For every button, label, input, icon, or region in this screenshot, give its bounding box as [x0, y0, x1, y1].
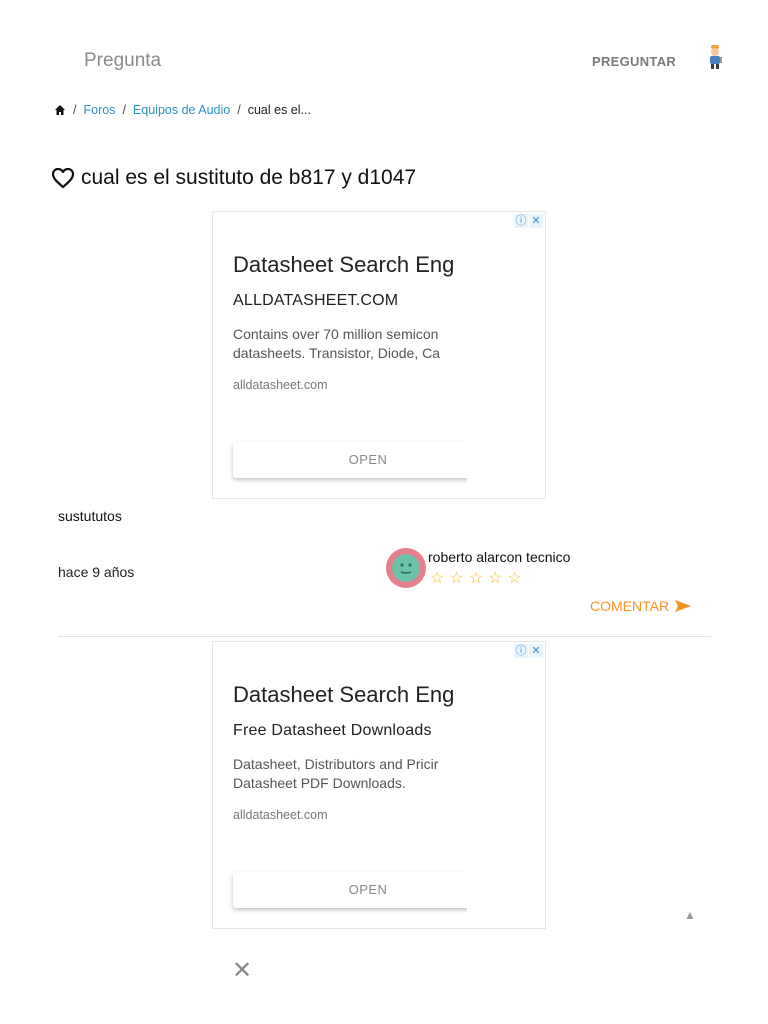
ad-banner[interactable]: Datasheet Search Eng Free Datasheet Down… — [212, 641, 546, 929]
ad-desc-line: Contains over 70 million semicon — [233, 326, 439, 342]
ad-headline[interactable]: Datasheet Search Eng — [233, 682, 454, 708]
ad-subhead[interactable]: ALLDATASHEET.COM — [233, 292, 398, 310]
ad-url: alldatasheet.com — [233, 808, 328, 822]
ad-desc-line: Datasheet PDF Downloads. — [233, 775, 406, 791]
breadcrumb-current: cual es el... — [247, 103, 311, 117]
author-name[interactable]: roberto alarcon tecnico — [428, 549, 570, 565]
ad-description: Datasheet, Distributors and Pricir Datas… — [233, 755, 438, 793]
breadcrumb-separator: / — [73, 103, 77, 117]
ad-open-button[interactable]: OPEN — [233, 872, 467, 908]
ad-choices: ⓘ ✕ — [514, 644, 543, 658]
send-icon — [675, 600, 692, 612]
ad-url: alldatasheet.com — [233, 378, 328, 392]
ad-subhead[interactable]: Free Datasheet Downloads — [233, 722, 432, 740]
breadcrumb-separator: / — [122, 103, 126, 117]
ad-desc-line: Datasheet, Distributors and Pricir — [233, 756, 439, 772]
question-title-row: cual es el sustituto de b817 y d1047 — [51, 166, 416, 190]
heart-outline-icon[interactable] — [51, 167, 75, 189]
question-title: cual es el sustituto de b817 y d1047 — [81, 166, 417, 189]
home-icon[interactable] — [54, 104, 66, 116]
breadcrumb: / Foros / Equipos de Audio / cual es el.… — [54, 103, 311, 117]
close-icon[interactable]: ✕ — [232, 956, 252, 985]
ad-headline[interactable]: Datasheet Search Eng — [233, 252, 454, 278]
ad-info-icon[interactable]: ⓘ — [514, 214, 528, 228]
breadcrumb-separator: / — [237, 103, 241, 117]
scroll-up-icon[interactable]: ▲ — [684, 908, 696, 922]
divider — [58, 636, 711, 637]
comment-button[interactable]: COMENTAR — [590, 598, 692, 614]
site-brand[interactable]: Pregunta — [84, 50, 161, 72]
ad-close-icon[interactable]: ✕ — [529, 644, 543, 658]
worker-avatar-icon[interactable] — [704, 44, 726, 70]
ad-banner[interactable]: Datasheet Search Eng ALLDATASHEET.COM Co… — [212, 211, 546, 499]
ad-open-button[interactable]: OPEN — [233, 442, 467, 478]
avatar-face-icon — [392, 554, 420, 582]
post-timestamp: hace 9 años — [58, 564, 135, 580]
ask-button[interactable]: PREGUNTAR — [592, 54, 676, 69]
ad-description: Contains over 70 million semicon datashe… — [233, 325, 440, 363]
rating-stars[interactable]: ☆☆☆☆☆ — [430, 568, 527, 588]
ad-choices: ⓘ ✕ — [514, 214, 543, 228]
ad-info-icon[interactable]: ⓘ — [514, 644, 528, 658]
breadcrumb-equipos-audio[interactable]: Equipos de Audio — [133, 103, 230, 117]
comment-label: COMENTAR — [590, 598, 670, 614]
ad-desc-line: datasheets. Transistor, Diode, Ca — [233, 345, 440, 361]
breadcrumb-foros[interactable]: Foros — [83, 103, 115, 117]
avatar[interactable] — [386, 548, 426, 588]
post-body: sustututos — [58, 508, 122, 524]
ad-close-icon[interactable]: ✕ — [529, 214, 543, 228]
